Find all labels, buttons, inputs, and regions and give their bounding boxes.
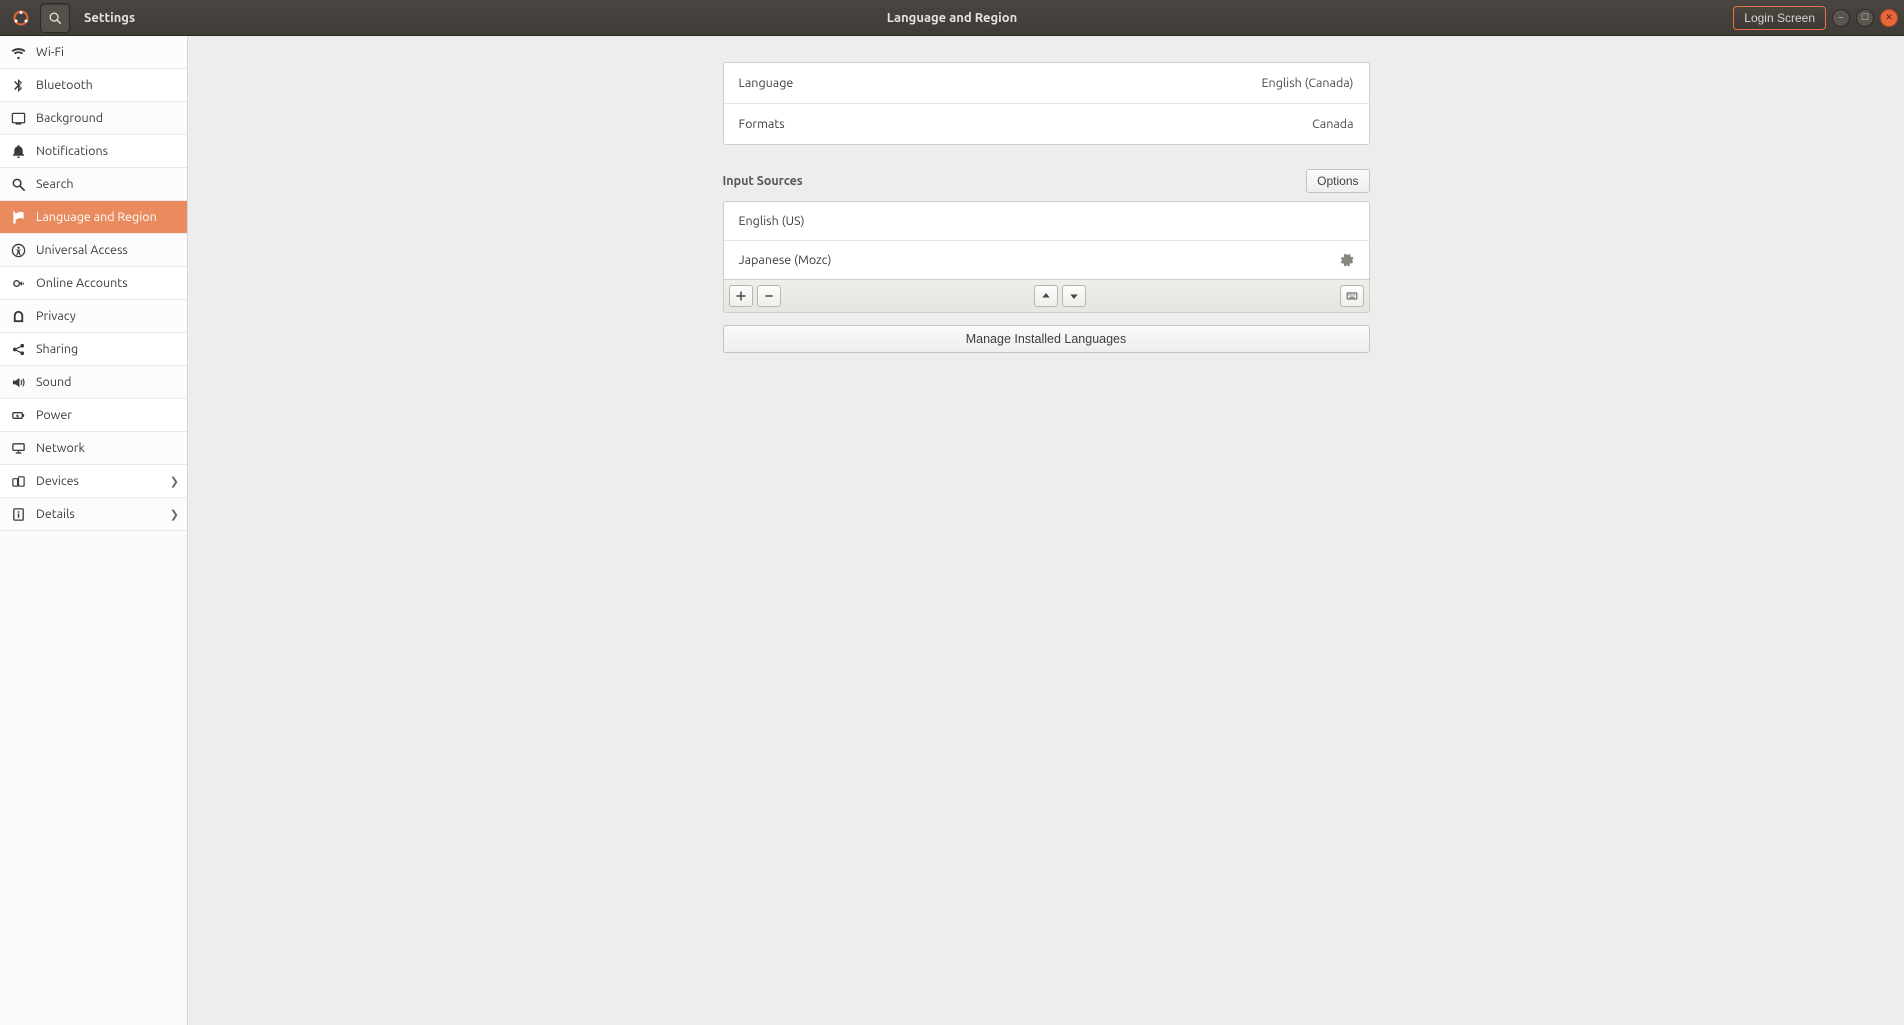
move-down-button[interactable]	[1062, 285, 1086, 307]
sidebar-item-notifications[interactable]: Notifications	[0, 135, 187, 168]
language-row[interactable]: Language English (Canada)	[724, 63, 1369, 103]
sidebar-item-sharing[interactable]: Sharing	[0, 333, 187, 366]
sidebar-item-online-accounts[interactable]: Online Accounts	[0, 267, 187, 300]
options-button[interactable]: Options	[1306, 169, 1369, 193]
language-label: Language	[739, 76, 794, 90]
page-title: Language and Region	[0, 11, 1904, 25]
window-maximize-button[interactable]: ☐	[1856, 9, 1874, 27]
sidebar-item-details[interactable]: Details ❯	[0, 498, 187, 531]
input-source-row[interactable]: English (US)	[724, 202, 1369, 240]
search-button[interactable]	[40, 3, 70, 33]
sidebar-item-label: Wi-Fi	[36, 45, 64, 59]
sidebar-item-sound[interactable]: Sound	[0, 366, 187, 399]
sidebar-item-language-and-region[interactable]: Language and Region	[0, 201, 187, 234]
background-icon	[10, 110, 26, 126]
sidebar-item-privacy[interactable]: Privacy	[0, 300, 187, 333]
sharing-icon	[10, 341, 26, 357]
flag-icon	[10, 209, 26, 225]
sidebar-item-network[interactable]: Network	[0, 432, 187, 465]
sidebar-item-label: Notifications	[36, 144, 108, 158]
login-screen-button[interactable]: Login Screen	[1733, 6, 1826, 30]
devices-icon	[10, 473, 26, 489]
input-sources-list: English (US) Japanese (Mozc)	[723, 201, 1370, 280]
power-icon	[10, 407, 26, 423]
titlebar-right: Login Screen – ☐ ✕	[1733, 6, 1904, 30]
show-keyboard-layout-button[interactable]	[1340, 285, 1364, 307]
sidebar-item-bluetooth[interactable]: Bluetooth	[0, 69, 187, 102]
sidebar-item-label: Bluetooth	[36, 78, 93, 92]
titlebar-left: Settings	[0, 0, 135, 35]
sidebar-item-label: Universal Access	[36, 243, 128, 257]
wifi-icon	[10, 44, 26, 60]
app-icon	[6, 3, 36, 33]
app-title: Settings	[84, 11, 135, 25]
sidebar-item-label: Background	[36, 111, 103, 125]
details-icon	[10, 506, 26, 522]
sidebar-item-background[interactable]: Background	[0, 102, 187, 135]
sidebar-item-label: Devices	[36, 474, 79, 488]
shell: Wi-Fi Bluetooth Background Notifications…	[0, 36, 1904, 1025]
sidebar-item-label: Details	[36, 507, 75, 521]
sound-icon	[10, 374, 26, 390]
online-accounts-icon	[10, 275, 26, 291]
sidebar-item-label: Privacy	[36, 309, 76, 323]
input-source-row[interactable]: Japanese (Mozc)	[724, 240, 1369, 279]
universal-access-icon	[10, 242, 26, 258]
sidebar-item-wifi[interactable]: Wi-Fi	[0, 36, 187, 69]
formats-label: Formats	[739, 117, 785, 131]
sidebar-item-label: Search	[36, 177, 74, 191]
input-sources-toolbar	[723, 280, 1370, 313]
sidebar-item-label: Sharing	[36, 342, 78, 356]
sidebar-item-devices[interactable]: Devices ❯	[0, 465, 187, 498]
panel: Language English (Canada) Formats Canada…	[723, 62, 1370, 353]
sidebar-item-label: Language and Region	[36, 210, 157, 224]
language-value: English (Canada)	[1262, 76, 1354, 90]
formats-row[interactable]: Formats Canada	[724, 103, 1369, 144]
input-sources-title: Input Sources	[723, 174, 803, 188]
input-sources-header: Input Sources Options	[723, 169, 1370, 193]
sidebar: Wi-Fi Bluetooth Background Notifications…	[0, 36, 188, 1025]
sidebar-item-power[interactable]: Power	[0, 399, 187, 432]
notifications-icon	[10, 143, 26, 159]
chevron-right-icon: ❯	[170, 508, 179, 521]
sidebar-item-label: Power	[36, 408, 72, 422]
add-input-source-button[interactable]	[729, 285, 753, 307]
remove-input-source-button[interactable]	[757, 285, 781, 307]
input-source-label: Japanese (Mozc)	[739, 253, 832, 267]
privacy-icon	[10, 308, 26, 324]
network-icon	[10, 440, 26, 456]
window-close-button[interactable]: ✕	[1880, 9, 1898, 27]
move-up-button[interactable]	[1034, 285, 1058, 307]
bluetooth-icon	[10, 77, 26, 93]
window-minimize-button[interactable]: –	[1832, 9, 1850, 27]
chevron-right-icon: ❯	[170, 475, 179, 488]
titlebar: Settings Language and Region Login Scree…	[0, 0, 1904, 36]
search-icon	[10, 176, 26, 192]
input-source-label: English (US)	[739, 214, 805, 228]
manage-installed-languages-button[interactable]: Manage Installed Languages	[723, 325, 1370, 353]
sidebar-item-label: Network	[36, 441, 85, 455]
settings-icon[interactable]	[1340, 253, 1354, 267]
language-formats-card: Language English (Canada) Formats Canada	[723, 62, 1370, 145]
formats-value: Canada	[1312, 117, 1353, 131]
content: Language English (Canada) Formats Canada…	[188, 36, 1904, 1025]
sidebar-item-universal-access[interactable]: Universal Access	[0, 234, 187, 267]
sidebar-item-search[interactable]: Search	[0, 168, 187, 201]
sidebar-item-label: Sound	[36, 375, 71, 389]
sidebar-item-label: Online Accounts	[36, 276, 128, 290]
